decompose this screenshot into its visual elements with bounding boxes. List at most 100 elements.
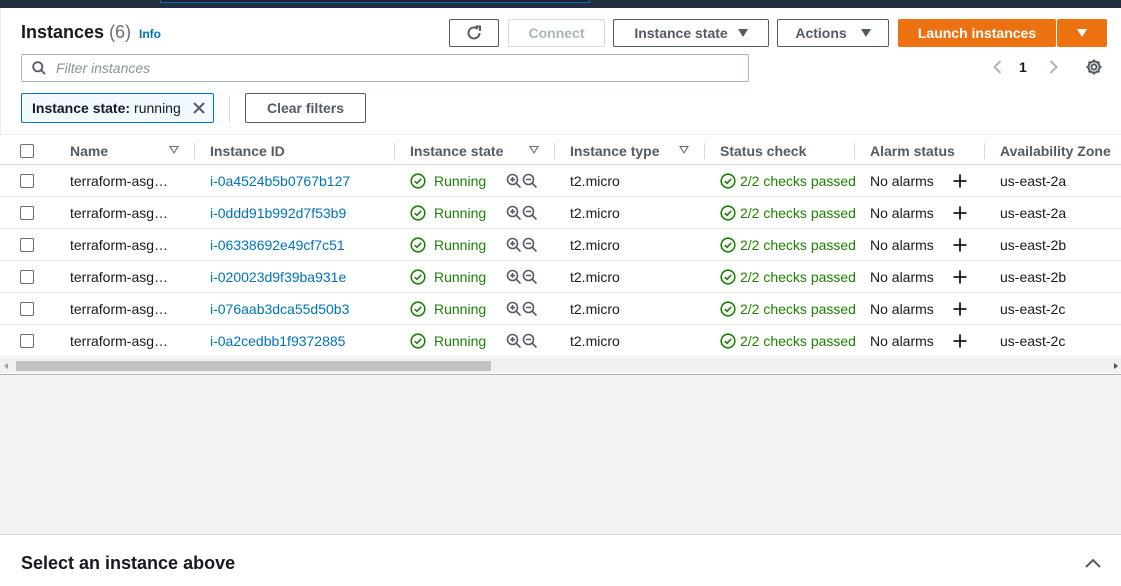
table-row[interactable]: terraform-asg… i-06338692e49cf7c51 Running…	[0, 229, 1121, 261]
launch-instances-button[interactable]: Launch instances	[898, 19, 1056, 47]
zoom-controls	[506, 325, 538, 356]
select-all-checkbox[interactable]	[20, 143, 34, 158]
column-header-name[interactable]: Name	[70, 135, 108, 166]
gear-icon[interactable]	[1084, 57, 1104, 77]
instance-id-link[interactable]: i-0a2cedbb1f9372885	[210, 325, 345, 356]
zoom-in-icon[interactable]	[506, 205, 522, 221]
row-checkbox[interactable]	[20, 333, 34, 348]
column-divider[interactable]	[984, 143, 985, 159]
instance-id-link[interactable]: i-06338692e49cf7c51	[210, 229, 345, 260]
instance-state-label: Instance state	[634, 25, 728, 41]
column-divider[interactable]	[704, 143, 705, 159]
row-select-cell	[20, 261, 34, 292]
chevron-right-icon[interactable]	[1044, 58, 1062, 76]
zoom-in-icon[interactable]	[506, 301, 522, 317]
scroll-left-arrow-icon[interactable]	[4, 363, 8, 369]
instance-name: terraform-asg…	[70, 204, 169, 221]
table-row[interactable]: terraform-asg… i-076aab3dca55d50b3 Running…	[0, 293, 1121, 325]
alarm-status: No alarms	[870, 300, 934, 317]
refresh-icon	[467, 25, 481, 40]
row-select-cell	[20, 325, 34, 356]
column-header-alarm-status[interactable]: Alarm status	[870, 135, 955, 166]
plus-icon[interactable]	[952, 205, 968, 221]
zoom-in-icon[interactable]	[506, 237, 522, 253]
caret-down-icon	[737, 29, 748, 37]
zoom-out-icon[interactable]	[522, 173, 538, 189]
filter-instances-input[interactable]	[56, 58, 736, 78]
table-row[interactable]: terraform-asg… i-0a2cedbb1f9372885 Running…	[0, 325, 1121, 357]
clear-filters-button[interactable]: Clear filters	[245, 93, 366, 123]
instance-id-link[interactable]: i-0ddd91b992d7f53b9	[210, 197, 346, 228]
scrollbar-thumb[interactable]	[16, 361, 491, 371]
row-checkbox[interactable]	[20, 301, 34, 316]
sort-icon[interactable]	[679, 146, 689, 154]
content-background	[0, 374, 1121, 534]
column-header-instance-type[interactable]: Instance type	[570, 135, 659, 166]
connect-button[interactable]: Connect	[508, 19, 605, 47]
filter-search-box[interactable]	[21, 54, 749, 82]
info-link[interactable]: Info	[139, 27, 161, 41]
instance-state-cell: Running	[410, 229, 486, 260]
add-alarm-cell	[952, 229, 968, 260]
zoom-controls	[506, 229, 538, 260]
page-title: Instances (6)	[21, 22, 131, 43]
instances-header: Instances (6) Info Connect Instance stat…	[0, 8, 1121, 134]
split-panel: Select an instance above	[0, 534, 1121, 586]
table-row[interactable]: terraform-asg… i-0ddd91b992d7f53b9 Running…	[0, 197, 1121, 229]
close-icon[interactable]	[192, 101, 206, 115]
plus-icon[interactable]	[952, 269, 968, 285]
instance-type: t2.micro	[570, 172, 620, 189]
column-divider[interactable]	[194, 143, 195, 159]
column-divider[interactable]	[554, 143, 555, 159]
zoom-out-icon[interactable]	[522, 237, 538, 253]
current-page-number[interactable]: 1	[1019, 59, 1027, 75]
zoom-in-icon[interactable]	[506, 269, 522, 285]
instance-id-link[interactable]: i-020023d9f39ba931e	[210, 261, 346, 292]
connect-label: Connect	[528, 25, 585, 41]
instance-name: terraform-asg…	[70, 300, 169, 317]
row-checkbox[interactable]	[20, 205, 34, 220]
zoom-in-icon[interactable]	[506, 173, 522, 189]
actions-dropdown[interactable]: Actions	[777, 19, 889, 47]
column-header-availability-zone[interactable]: Availability Zone	[1000, 135, 1111, 166]
plus-icon[interactable]	[952, 237, 968, 253]
launch-instances-dropdown-button[interactable]	[1057, 19, 1107, 47]
row-checkbox[interactable]	[20, 269, 34, 284]
horizontal-scrollbar[interactable]	[0, 358, 1121, 373]
plus-icon[interactable]	[952, 301, 968, 317]
column-header-instance-id[interactable]: Instance ID	[210, 135, 285, 166]
column-header-status-check[interactable]: Status check	[720, 135, 806, 166]
instance-state-dropdown[interactable]: Instance state	[613, 19, 769, 47]
row-checkbox[interactable]	[20, 173, 34, 188]
instance-state-cell: Running	[410, 293, 486, 324]
column-divider[interactable]	[394, 143, 395, 159]
instance-id-link[interactable]: i-0a4524b5b0767b127	[210, 165, 350, 196]
availability-zone: us-east-2a	[1000, 172, 1067, 189]
zoom-out-icon[interactable]	[522, 333, 538, 349]
plus-icon[interactable]	[952, 333, 968, 349]
zoom-in-icon[interactable]	[506, 333, 522, 349]
scroll-right-arrow-icon[interactable]	[1114, 363, 1118, 369]
zoom-out-icon[interactable]	[522, 205, 538, 221]
column-divider[interactable]	[854, 143, 855, 159]
plus-icon[interactable]	[952, 173, 968, 189]
row-checkbox[interactable]	[20, 237, 34, 252]
check-circle-icon	[410, 300, 426, 317]
sort-icon[interactable]	[529, 146, 539, 154]
zoom-out-icon[interactable]	[522, 269, 538, 285]
chevron-up-icon[interactable]	[1084, 556, 1102, 570]
column-header-instance-state[interactable]: Instance state	[410, 135, 503, 166]
instance-state-text: Running	[434, 172, 487, 189]
table-row[interactable]: terraform-asg… i-0a4524b5b0767b127 Running…	[0, 165, 1121, 197]
caret-down-icon	[1077, 29, 1087, 37]
instance-id-link[interactable]: i-076aab3dca55d50b3	[210, 293, 349, 324]
table-row[interactable]: terraform-asg… i-020023d9f39ba931e Running…	[0, 261, 1121, 293]
refresh-button[interactable]	[449, 19, 499, 47]
instance-state-cell: Running	[410, 165, 486, 196]
zoom-out-icon[interactable]	[522, 301, 538, 317]
top-search-field-edge[interactable]	[160, 0, 590, 3]
sort-icon[interactable]	[169, 146, 179, 154]
chevron-left-icon[interactable]	[989, 58, 1007, 76]
alarm-status: No alarms	[870, 172, 934, 189]
alarm-status: No alarms	[870, 332, 934, 349]
